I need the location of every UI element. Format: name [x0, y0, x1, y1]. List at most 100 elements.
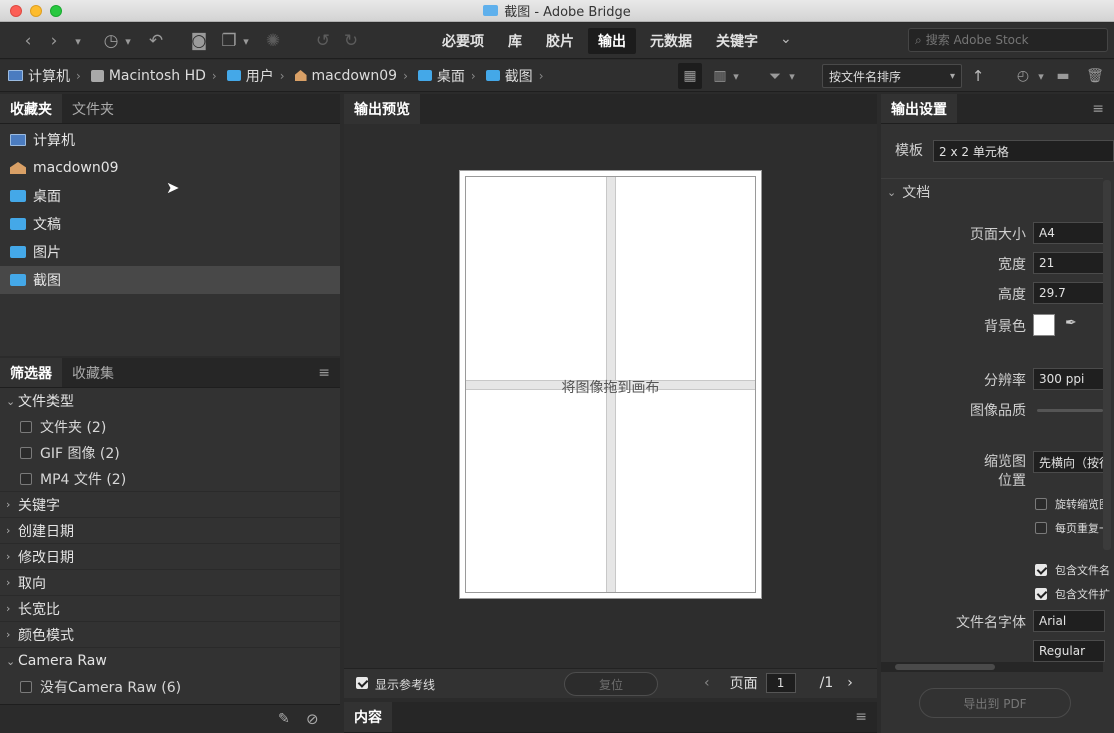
scrollbar-thumb[interactable]	[895, 664, 995, 670]
checkbox[interactable]	[1035, 588, 1047, 600]
workspace-tab-libraries[interactable]: 库	[498, 28, 532, 54]
preview-page[interactable]: 将图像拖到画布	[459, 170, 762, 599]
sort-ascending-icon[interactable]: ↑	[970, 63, 986, 89]
checkbox[interactable]	[20, 681, 32, 693]
tab-filter[interactable]: 筛选器	[0, 358, 62, 387]
breadcrumb-desktop[interactable]: 桌面 ›	[417, 66, 482, 86]
image-quality-slider[interactable]	[1037, 409, 1103, 412]
settings-scrollbar[interactable]	[1103, 180, 1111, 550]
favorite-item-computer[interactable]: 计算机	[0, 126, 340, 154]
workspace-tab-filmstrip[interactable]: 胶片	[536, 28, 584, 54]
checkbox[interactable]	[1035, 522, 1047, 534]
camera-icon[interactable]: ◙	[188, 28, 210, 54]
filter-option[interactable]: 文件夹 (2)	[0, 414, 340, 440]
recent-file-icon[interactable]: ◴	[1012, 63, 1034, 89]
workspace-more-chevron-icon[interactable]: ⌄	[772, 28, 800, 54]
tab-output-preview[interactable]: 输出预览	[344, 94, 420, 124]
height-input[interactable]: 29.7	[1033, 282, 1105, 304]
filter-section[interactable]: › 关键字	[0, 492, 340, 518]
minimize-window-button[interactable]	[30, 5, 42, 17]
copy-icon[interactable]: ❐	[218, 28, 240, 54]
tab-collections[interactable]: 收藏集	[62, 358, 124, 387]
chevron-down-icon[interactable]: ▾	[730, 63, 742, 89]
breadcrumb-computer[interactable]: 计算机 ›	[8, 66, 87, 86]
favorite-item-pictures[interactable]: 图片	[0, 238, 340, 266]
workspace-tab-essentials[interactable]: 必要项	[432, 28, 494, 54]
refine-icon[interactable]: ✺	[262, 28, 284, 54]
favorite-item-documents[interactable]: 文稿	[0, 210, 340, 238]
horizontal-scrollbar[interactable]	[881, 662, 1103, 672]
back-icon[interactable]: ‹	[18, 28, 38, 54]
thumbnail-position-select[interactable]: 先横向（按行	[1033, 451, 1105, 473]
chevron-down-icon[interactable]: ▾	[70, 28, 86, 54]
forward-icon[interactable]: ›	[44, 28, 64, 54]
panel-menu-icon[interactable]: ≡	[845, 702, 877, 732]
tab-content[interactable]: 内容	[344, 702, 392, 732]
filter-section[interactable]: › 长宽比	[0, 596, 340, 622]
repeat-per-page-option[interactable]: 每页重复一	[1035, 520, 1110, 536]
checkbox[interactable]	[1035, 564, 1047, 576]
template-select[interactable]: 2 x 2 单元格	[933, 140, 1114, 162]
breadcrumb-users[interactable]: 用户 ›	[226, 66, 291, 86]
checkbox[interactable]	[20, 447, 32, 459]
font-style-select[interactable]: Regular	[1033, 640, 1105, 662]
export-to-pdf-button[interactable]: 导出到 PDF	[919, 688, 1071, 718]
filter-section[interactable]: › 取向	[0, 570, 340, 596]
workspace-tab-metadata[interactable]: 元数据	[640, 28, 702, 54]
checkbox[interactable]	[20, 421, 32, 433]
trash-icon[interactable]: 🗑	[1084, 63, 1106, 89]
new-folder-icon[interactable]: ▬	[1052, 63, 1074, 89]
breadcrumb-home[interactable]: macdown09 ›	[294, 68, 414, 84]
tab-folders[interactable]: 文件夹	[62, 94, 124, 123]
quality-icon[interactable]: ▦	[678, 63, 702, 89]
filter-section-file-type[interactable]: ⌄ 文件类型	[0, 388, 340, 414]
breadcrumb-macintosh-hd[interactable]: Macintosh HD ›	[90, 68, 223, 84]
chevron-down-icon[interactable]: ▾	[122, 28, 134, 54]
next-page-icon[interactable]: ›	[847, 675, 853, 691]
filter-option[interactable]: GIF 图像 (2)	[0, 440, 340, 466]
rotate-thumbnails-option[interactable]: 旋转缩览图	[1035, 496, 1110, 512]
filename-font-select[interactable]: Arial	[1033, 610, 1105, 632]
pin-icon[interactable]: ✎	[278, 711, 290, 727]
star-filter-icon[interactable]: ▥	[708, 63, 732, 89]
output-preview-canvas[interactable]: 将图像拖到画布	[344, 124, 877, 668]
filter-section-camera-raw[interactable]: ⌄ Camera Raw	[0, 648, 340, 674]
filter-option[interactable]: 没有Camera Raw (6)	[0, 674, 340, 700]
search-input[interactable]	[925, 33, 1086, 47]
filter-section[interactable]: › 颜色模式	[0, 622, 340, 648]
tab-favorites[interactable]: 收藏夹	[0, 94, 62, 123]
checkbox[interactable]	[1035, 498, 1047, 510]
previous-page-icon[interactable]: ‹	[704, 675, 710, 691]
sort-dropdown[interactable]: 按文件名排序 ▾	[822, 64, 962, 88]
width-input[interactable]: 21	[1033, 252, 1105, 274]
panel-menu-icon[interactable]: ≡	[308, 358, 340, 387]
breadcrumb-screenshots[interactable]: 截图 ›	[485, 66, 550, 86]
chevron-down-icon[interactable]: ▾	[786, 63, 798, 89]
favorite-item-screenshots[interactable]: 截图	[0, 266, 340, 294]
filter-option[interactable]: MP4 文件 (2)	[0, 466, 340, 492]
page-size-select[interactable]: A4	[1033, 222, 1105, 244]
filter-icon[interactable]: ⏷	[764, 63, 786, 89]
resolution-select[interactable]: 300 ppi	[1033, 368, 1105, 390]
filter-section[interactable]: › 创建日期	[0, 518, 340, 544]
return-icon[interactable]: ↶	[146, 28, 166, 54]
background-color-swatch[interactable]	[1033, 314, 1055, 336]
maximize-window-button[interactable]	[50, 5, 62, 17]
recent-history-icon[interactable]: ◷	[100, 28, 122, 54]
include-extension-option[interactable]: 包含文件扩	[1035, 586, 1110, 602]
workspace-tab-output[interactable]: 输出	[588, 28, 636, 54]
chevron-down-icon[interactable]: ▾	[1036, 63, 1046, 89]
workspace-tab-keywords[interactable]: 关键字	[706, 28, 768, 54]
show-guides-checkbox[interactable]	[356, 677, 368, 689]
document-section-header[interactable]: ⌄ 文档	[887, 182, 930, 202]
clear-filter-icon[interactable]: ⊘	[306, 710, 319, 728]
include-filename-option[interactable]: 包含文件名	[1035, 562, 1110, 578]
rotate-left-icon[interactable]: ↺	[312, 28, 334, 54]
close-window-button[interactable]	[10, 5, 22, 17]
checkbox[interactable]	[20, 472, 32, 485]
panel-menu-icon[interactable]: ≡	[1082, 94, 1114, 123]
reset-button[interactable]: 复位	[564, 672, 658, 696]
page-number-input[interactable]	[765, 673, 796, 693]
rotate-right-icon[interactable]: ↻	[340, 28, 362, 54]
filter-section[interactable]: › 修改日期	[0, 544, 340, 570]
